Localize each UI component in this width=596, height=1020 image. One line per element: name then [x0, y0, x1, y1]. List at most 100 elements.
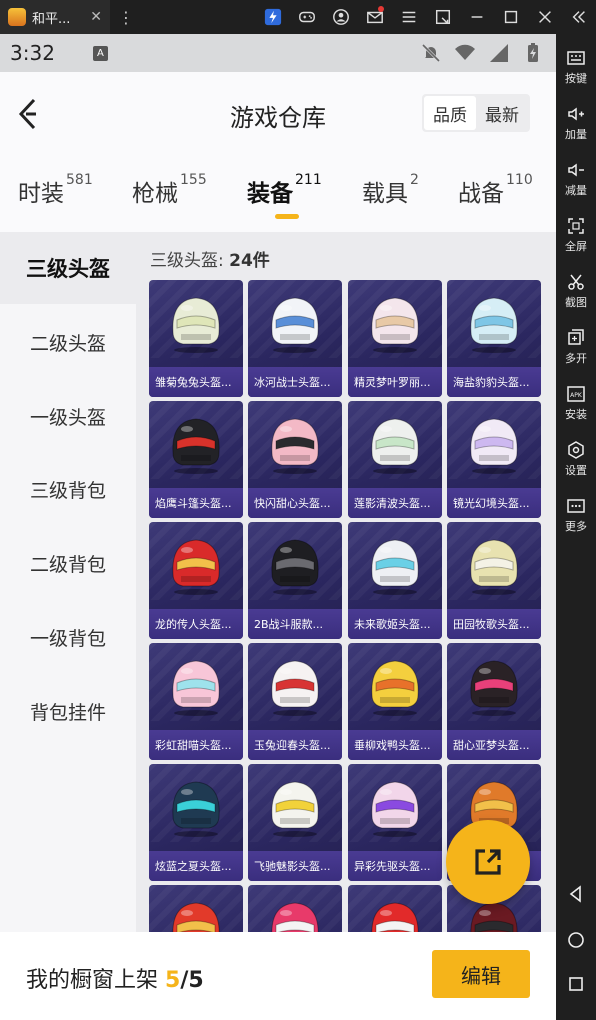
tab-label: 载具: [362, 181, 408, 207]
install-apk-label: 安装: [565, 408, 587, 421]
volume-up-label: 加量: [565, 128, 587, 141]
maximize-icon[interactable]: [494, 0, 528, 34]
lightning-icon[interactable]: [256, 0, 290, 34]
item-name: 快闪甜心头盔...: [248, 488, 342, 518]
section-label: 三级头盔:: [150, 251, 224, 271]
account-icon[interactable]: [324, 0, 358, 34]
tab-label: 装备: [247, 181, 293, 207]
nav-item-level3-helmet[interactable]: 三级头盔: [0, 232, 136, 304]
item-name: 甜心亚梦头盔...: [447, 730, 541, 760]
apk-icon: APK: [567, 386, 585, 402]
android-home-button[interactable]: [556, 930, 596, 950]
item-card[interactable]: 玉兔迎春头盔...: [248, 643, 342, 760]
popout-icon[interactable]: [426, 0, 460, 34]
item-card[interactable]: 海盐豹豹头盔...: [447, 280, 541, 397]
keyboard-button[interactable]: 按键: [556, 48, 596, 86]
nav-item-level1-backpack[interactable]: 一级背包: [0, 601, 136, 673]
kebab-menu-icon[interactable]: ⋮: [118, 8, 134, 27]
item-name: 海盐豹豹头盔...: [447, 367, 541, 397]
edit-button[interactable]: 编辑: [432, 950, 530, 998]
nav-item-level2-helmet[interactable]: 二级头盔: [0, 306, 136, 378]
volume-up-button[interactable]: 加量: [556, 104, 596, 142]
tab-vehicles[interactable]: 载具2: [362, 172, 419, 208]
helmet-icon: [271, 539, 319, 595]
battery-icon: [528, 43, 538, 62]
tab-label: 战备: [458, 181, 504, 207]
settings-label: 设置: [565, 464, 587, 477]
more-button[interactable]: 更多: [556, 496, 596, 534]
emulator-tab[interactable]: 和平... ✕: [0, 0, 110, 34]
gamepad-icon[interactable]: [290, 0, 324, 34]
tab-equipment[interactable]: 装备211: [247, 172, 322, 208]
item-card[interactable]: [149, 885, 243, 932]
item-card[interactable]: 雏菊兔兔头盔...: [149, 280, 243, 397]
multi-instance-button[interactable]: 多开: [556, 328, 596, 366]
tab-fashion[interactable]: 时装581: [18, 172, 93, 208]
volume-down-button[interactable]: 减量: [556, 160, 596, 198]
status-time: 3:32: [10, 41, 55, 65]
mail-icon[interactable]: [358, 0, 392, 34]
sort-latest-button[interactable]: 最新: [476, 96, 528, 130]
square-recents-icon: [569, 977, 583, 991]
emulator-sidebar: 按键 加量 减量 全屏 截图 多开 APK 安装 设置 更多: [556, 34, 596, 1020]
helmet-icon: [271, 418, 319, 474]
helmet-icon: [470, 660, 518, 716]
circle-home-icon: [568, 932, 584, 948]
minimize-icon[interactable]: [460, 0, 494, 34]
hamburger-menu-icon[interactable]: [392, 0, 426, 34]
tab-war-supplies[interactable]: 战备110: [458, 172, 533, 208]
item-card[interactable]: 甜心亚梦头盔...: [447, 643, 541, 760]
item-card[interactable]: 快闪甜心头盔...: [248, 401, 342, 518]
emulator-tab-title: 和平...: [32, 11, 71, 27]
helmet-icon: [371, 781, 419, 837]
android-back-button[interactable]: [556, 884, 596, 904]
item-card[interactable]: 异彩先驱头盔...: [348, 764, 442, 881]
settings-button[interactable]: 设置: [556, 440, 596, 478]
sort-quality-button[interactable]: 品质: [424, 96, 476, 130]
app-icon: [8, 8, 26, 26]
install-apk-button[interactable]: APK 安装: [556, 384, 596, 422]
item-card[interactable]: 炫蓝之夏头盔...: [149, 764, 243, 881]
helmet-icon: [172, 539, 220, 595]
section-title: 三级头盔: 24件: [150, 246, 270, 271]
collapse-sidebar-icon[interactable]: [562, 0, 596, 34]
item-card[interactable]: 2B战斗服款...: [248, 522, 342, 639]
item-card[interactable]: 镜光幻境头盔...: [447, 401, 541, 518]
share-fab-button[interactable]: [446, 820, 530, 904]
close-icon[interactable]: [528, 0, 562, 34]
item-card[interactable]: 冰河战士头盔...: [248, 280, 342, 397]
cellular-signal-icon: [490, 44, 508, 62]
nav-item-level2-backpack[interactable]: 二级背包: [0, 527, 136, 599]
item-name: 2B战斗服款...: [248, 609, 342, 639]
active-tab-indicator: [275, 214, 299, 219]
item-card[interactable]: [248, 885, 342, 932]
tab-close-icon[interactable]: ✕: [90, 9, 102, 25]
tab-count: 2: [410, 172, 419, 188]
keyboard-label: 按键: [565, 72, 587, 85]
helmet-icon: [371, 660, 419, 716]
item-card[interactable]: 未来歌姬头盔...: [348, 522, 442, 639]
screen: 和平... ✕ ⋮ 按键 加量 减量 全屏 截图 多开 APK 安装 设置 更多…: [0, 0, 596, 1020]
item-name: 玉兔迎春头盔...: [248, 730, 342, 760]
item-card[interactable]: 龙的传人头盔...: [149, 522, 243, 639]
item-card[interactable]: 莲影清波头盔...: [348, 401, 442, 518]
fullscreen-button[interactable]: 全屏: [556, 216, 596, 254]
android-recents-button[interactable]: [556, 974, 596, 994]
multi-instance-label: 多开: [565, 352, 587, 365]
item-card[interactable]: 精灵梦叶罗丽...: [348, 280, 442, 397]
item-card[interactable]: 田园牧歌头盔...: [447, 522, 541, 639]
status-badge: A: [92, 45, 108, 61]
helmet-icon: [172, 297, 220, 353]
nav-item-level3-backpack[interactable]: 三级背包: [0, 453, 136, 525]
more-label: 更多: [565, 520, 587, 533]
item-card[interactable]: [348, 885, 442, 932]
nav-item-backpack-pendant[interactable]: 背包挂件: [0, 675, 136, 747]
item-card[interactable]: 垂柳戏鸭头盔...: [348, 643, 442, 760]
wifi-icon: [455, 44, 475, 60]
item-card[interactable]: 彩虹甜喵头盔...: [149, 643, 243, 760]
nav-item-level1-helmet[interactable]: 一级头盔: [0, 380, 136, 452]
tab-firearms[interactable]: 枪械155: [132, 172, 207, 208]
item-card[interactable]: 焰鹰斗篷头盔...: [149, 401, 243, 518]
screenshot-button[interactable]: 截图: [556, 272, 596, 310]
item-card[interactable]: 飞驰魅影头盔...: [248, 764, 342, 881]
